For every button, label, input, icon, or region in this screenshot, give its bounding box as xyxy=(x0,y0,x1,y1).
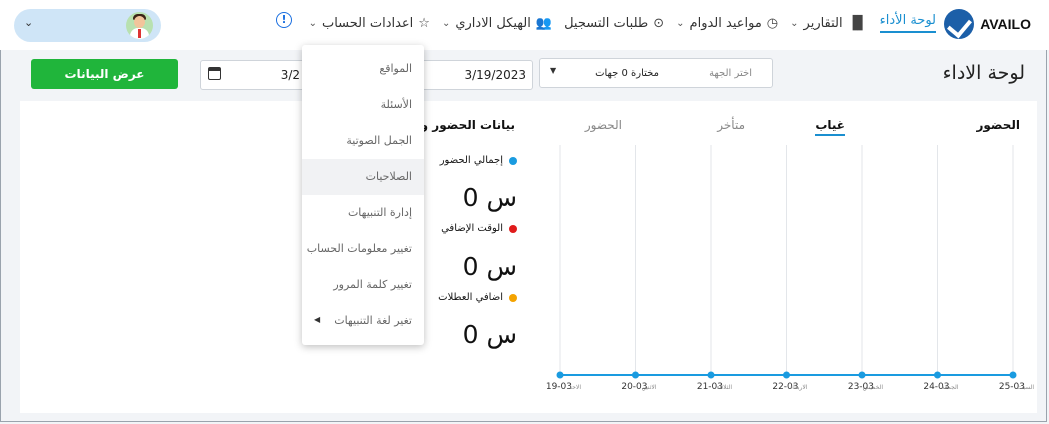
caret-left-icon: ◀ xyxy=(314,315,321,324)
nav-account-settings[interactable]: ☆ اعدادات الحساب ⌄ xyxy=(309,16,430,31)
avatar xyxy=(126,12,153,39)
x-tick-day-label: الاحد xyxy=(569,384,581,391)
chevron-down-icon: ⌄ xyxy=(308,17,317,29)
nav-registration-requests-label: طلبات التسجيل xyxy=(564,15,649,31)
menu-item-voice-phrases[interactable]: الجمل الصوتية xyxy=(302,123,424,159)
data-point[interactable] xyxy=(632,371,639,379)
menu-item-change-account-info[interactable]: تغيير معلومات الحساب xyxy=(302,231,424,267)
data-point[interactable] xyxy=(783,371,790,379)
chevron-down-icon: ⌄ xyxy=(441,17,451,29)
data-point[interactable] xyxy=(858,371,866,379)
clock-icon: ◷ xyxy=(766,15,779,31)
nav-work-hours[interactable]: ◷ مواعيد الدوام ⌄ xyxy=(676,16,778,31)
x-tick-day-label: الخميس xyxy=(863,384,884,391)
menu-item-questions[interactable]: الأسئلة xyxy=(302,87,424,123)
calendar-icon[interactable] xyxy=(208,67,221,80)
x-tick-day-label: الجمعة xyxy=(942,384,959,391)
start-date-field[interactable]: 3/2 xyxy=(200,60,307,90)
tab-absence[interactable]: غياب xyxy=(815,118,845,136)
chevron-down-icon: ⌄ xyxy=(24,16,34,29)
stat-value-total-attendance: 0 س xyxy=(462,183,517,212)
brand-check-icon xyxy=(944,9,975,39)
menu-item-permissions[interactable]: الصلاحيات xyxy=(302,159,424,195)
tab-presence[interactable]: الحضور xyxy=(585,118,622,132)
nav-dashboard-label: لوحة الأداء xyxy=(879,13,936,28)
legend-dot-icon xyxy=(509,156,517,165)
menu-item-notification-language[interactable]: ◀ تغير لغة التنبيهات xyxy=(302,303,424,339)
star-icon: ☆ xyxy=(418,15,430,31)
x-tick-day-label: الاربعاء xyxy=(790,384,808,391)
chevron-down-icon: ⌄ xyxy=(676,17,685,29)
legend-dot-icon xyxy=(509,293,517,302)
legend-dot-icon xyxy=(509,224,517,233)
data-point[interactable] xyxy=(556,371,564,379)
menu-item-notification-management[interactable]: إدارة التنبيهات xyxy=(302,195,424,231)
x-tick-day-label: الاثنين xyxy=(642,384,657,391)
x-tick-day-label: السبت xyxy=(1017,384,1034,391)
nav-registration-requests[interactable]: ⊙ طلبات التسجيل xyxy=(564,16,664,31)
entity-select[interactable]: اختر الجهة مختارة 0 جهات ▼ xyxy=(539,58,773,88)
page-title: لوحة الاداء xyxy=(942,62,1025,84)
alert-icon[interactable]: ! xyxy=(276,12,292,28)
nav-reports-label: التقارير xyxy=(803,15,843,31)
data-point[interactable] xyxy=(707,371,715,379)
chart-tabs: الحضور غياب متأخر الحضور xyxy=(520,118,1020,138)
nav-work-hours-label: مواعيد الدوام xyxy=(689,15,762,31)
play-circle-icon: ⊙ xyxy=(653,15,665,31)
nav-reports[interactable]: ▐▌ التقارير ⌄ xyxy=(790,16,868,31)
stat-value-holiday-extra: 0 س xyxy=(462,320,517,349)
show-data-button[interactable]: عرض البيانات xyxy=(31,59,178,89)
nav-org-structure-label: الهيكل الاداري xyxy=(455,15,531,31)
nav-org-structure[interactable]: 👥 الهيكل الاداري ⌄ xyxy=(442,16,552,31)
chevron-down-icon: ⌄ xyxy=(790,17,799,29)
user-menu[interactable]: ⌄ xyxy=(14,9,161,42)
tab-late[interactable]: متأخر xyxy=(717,118,745,132)
tab-attendance-heading[interactable]: الحضور xyxy=(976,118,1020,132)
nav-dashboard[interactable]: لوحة الأداء xyxy=(879,13,936,33)
stat-label-overtime: الوقت الإضافي xyxy=(441,223,517,234)
end-date-value: 3/19/2023 xyxy=(464,68,526,82)
entity-select-placeholder: اختر الجهة xyxy=(709,68,752,79)
stat-label-total-attendance: إجمالي الحضور xyxy=(440,155,517,166)
data-point[interactable] xyxy=(934,371,941,379)
caret-down-icon: ▼ xyxy=(550,66,557,75)
account-settings-dropdown: المواقع الأسئلة الجمل الصوتية الصلاحيات … xyxy=(302,45,424,345)
end-date-field[interactable]: 3/19/2023 xyxy=(419,60,533,90)
attendance-line-chart: 25-03السبت24-03الجمعة23-03الخميس22-03الا… xyxy=(546,145,1034,392)
data-point[interactable] xyxy=(1009,371,1017,379)
stats-title: بيانات الحضور والا xyxy=(420,118,515,132)
menu-item-change-password[interactable]: تغيير كلمة المرور xyxy=(302,267,424,303)
top-navbar: AVAILO لوحة الأداء ▐▌ التقارير ⌄ ◷ مواعي… xyxy=(0,0,1049,50)
bar-chart-icon: ▐▌ xyxy=(847,15,868,31)
start-date-value: 3/2 xyxy=(280,68,300,82)
dashboard-panel: الحضور غياب متأخر الحضور بيانات الحضور و… xyxy=(20,101,1037,413)
brand-logo[interactable]: AVAILO xyxy=(944,9,1031,39)
people-icon: 👥 xyxy=(535,15,553,31)
stat-label-holiday-extra: اضافي العطلات xyxy=(438,292,517,303)
main-nav: لوحة الأداء ▐▌ التقارير ⌄ ◷ مواعيد الدوا… xyxy=(309,13,936,33)
nav-account-settings-label: اعدادات الحساب xyxy=(321,15,414,31)
stat-value-overtime: 0 س xyxy=(462,252,517,281)
x-tick-day-label: الثلاثاء xyxy=(717,384,733,391)
menu-item-locations[interactable]: المواقع xyxy=(302,51,424,87)
entity-select-value: مختارة 0 جهات xyxy=(595,68,659,79)
brand-name: AVAILO xyxy=(980,16,1031,32)
